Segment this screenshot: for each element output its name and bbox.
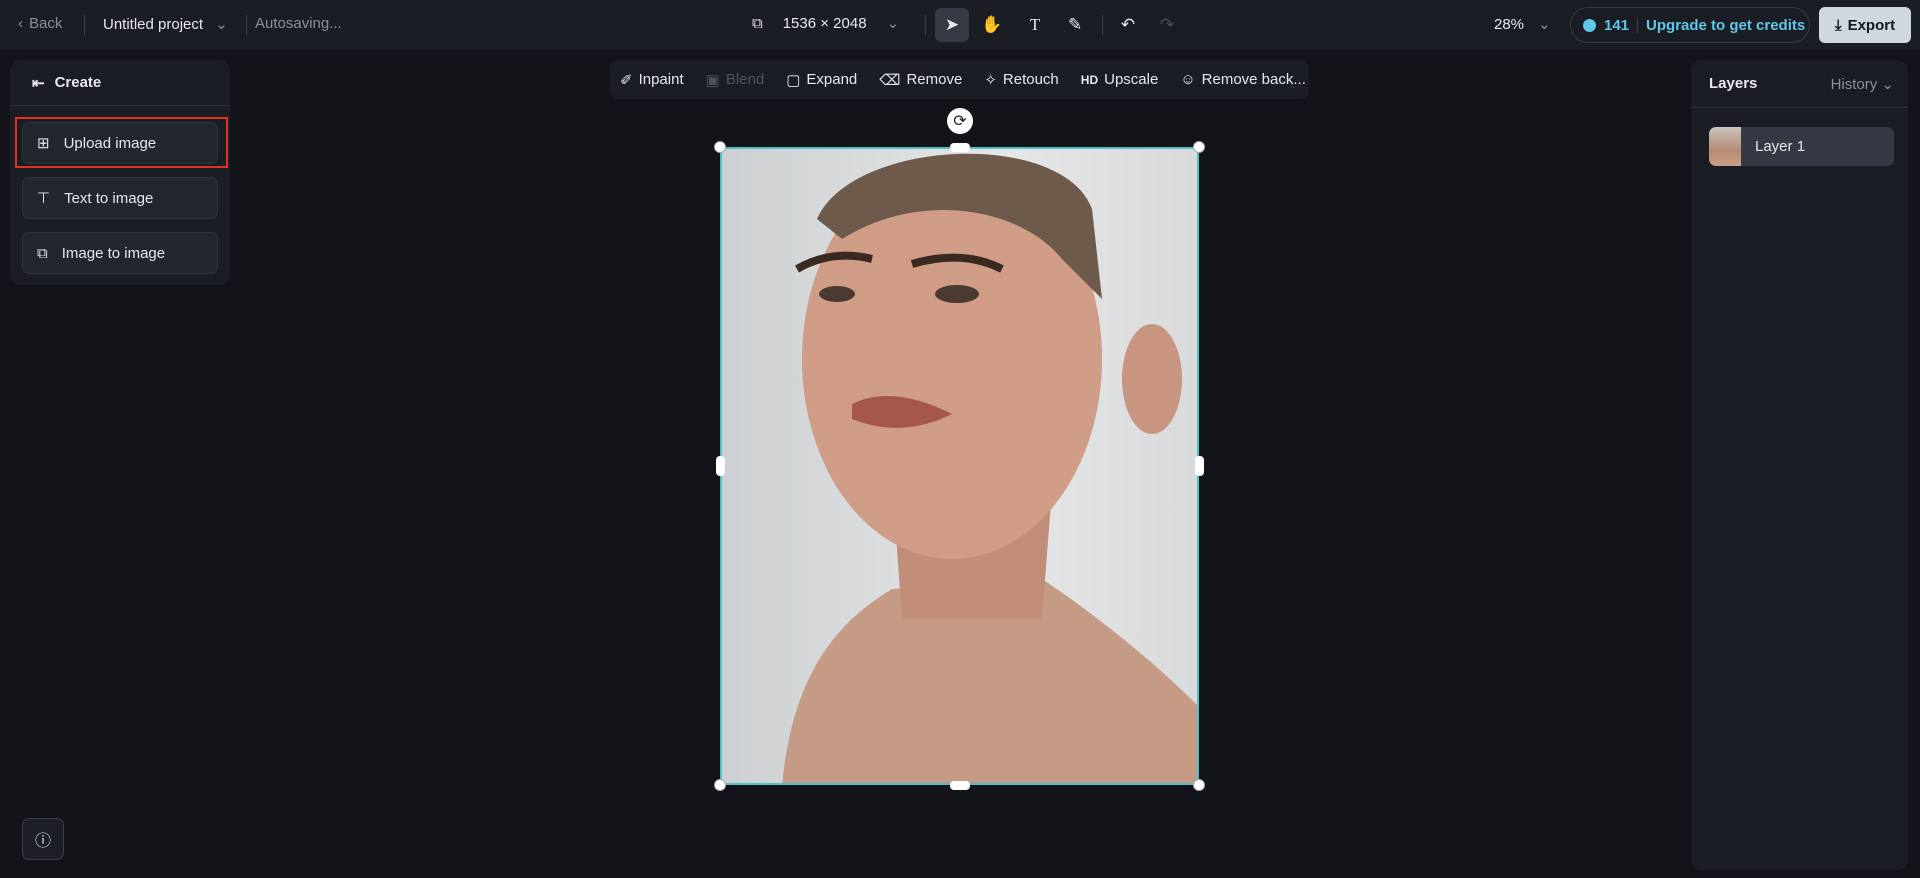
layer-item[interactable]: Layer 1 — [1709, 127, 1894, 166]
brush-icon: ✎ — [1067, 15, 1083, 34]
portrait-photo — [782, 153, 1197, 783]
rotate-icon: ⟳ — [953, 113, 967, 130]
inpaint-button[interactable]: ✐ Inpaint — [620, 71, 684, 89]
chevron-left-icon: ‹ — [18, 15, 23, 32]
undo-button[interactable]: ↶ — [1111, 8, 1145, 42]
resize-handle-left[interactable] — [716, 456, 725, 476]
chevron-down-icon: ⌄ — [886, 15, 900, 32]
image-to-image-button[interactable]: ⧉ Image to image — [22, 232, 218, 274]
canvas-size-dropdown[interactable]: ⧉ 1536 × 2048 ⌄ — [752, 14, 900, 33]
resize-handle-bottom-left[interactable] — [714, 779, 726, 791]
export-button[interactable]: ⤓ Export — [1819, 7, 1911, 43]
create-panel: ⇤ Create ⊞ Upload image ⊤ Text to image ⧉ Im… — [10, 60, 230, 285]
expand-icon: ▢ — [786, 71, 801, 89]
back-button[interactable]: ‹ Back — [18, 15, 62, 32]
autosave-status: Autosaving... — [255, 15, 342, 32]
download-icon: ⤓ — [1834, 16, 1842, 34]
resize-handle-bottom[interactable] — [950, 781, 970, 790]
remove-button[interactable]: ⌫ Remove — [879, 71, 962, 89]
layer-thumbnail — [1709, 127, 1741, 166]
history-dropdown[interactable]: History ⌄ — [1831, 75, 1894, 93]
person-icon: ☺ — [1180, 71, 1196, 88]
zoom-dropdown[interactable]: 28% ⌄ — [1494, 15, 1551, 34]
expand-button[interactable]: ▢ Expand — [786, 71, 857, 89]
resize-handle-top-right[interactable] — [1193, 141, 1205, 153]
resize-icon: ⧉ — [752, 14, 763, 32]
text-to-image-icon: ⊤ — [37, 190, 51, 207]
undo-icon: ↶ — [1120, 15, 1136, 34]
text-icon: T — [1029, 15, 1041, 34]
redo-button[interactable]: ↷ — [1150, 8, 1184, 42]
help-button[interactable]: ⓘ — [22, 818, 64, 860]
hd-icon: HD — [1080, 72, 1099, 87]
project-name-dropdown[interactable]: Untitled project ⌄ — [103, 15, 228, 34]
resize-handle-top[interactable] — [950, 143, 970, 152]
retouch-icon: ✧ — [984, 71, 997, 89]
text-to-image-button[interactable]: ⊤ Text to image — [22, 177, 218, 219]
edit-toolbar: ✐ Inpaint ▣ Blend ▢ Expand ⌫ Remove ✧ Retouch… — [610, 60, 1309, 99]
credits-icon — [1583, 18, 1596, 32]
help-icon: ⓘ — [34, 833, 51, 850]
resize-handle-bottom-right[interactable] — [1193, 779, 1205, 791]
divider — [925, 15, 926, 35]
layers-title: Layers — [1709, 75, 1758, 92]
create-header[interactable]: ⇤ Create — [10, 60, 230, 106]
rotate-handle[interactable]: ⟳ — [947, 108, 973, 134]
credits-pill[interactable]: 141 Upgrade to get credits — [1570, 7, 1810, 43]
remove-background-button[interactable]: ☺ Remove back... — [1180, 71, 1306, 88]
divider — [1102, 15, 1103, 35]
inpaint-icon: ✐ — [620, 71, 633, 89]
image-to-image-icon: ⧉ — [37, 244, 48, 262]
resize-handle-top-left[interactable] — [714, 141, 726, 153]
divider — [1637, 17, 1639, 33]
text-tool-button[interactable]: T — [1018, 8, 1052, 42]
collapse-left-icon: ⇤ — [32, 74, 45, 92]
blend-button[interactable]: ▣ Blend — [706, 71, 765, 89]
resize-handle-right[interactable] — [1195, 456, 1204, 476]
hand-tool-button[interactable]: ✋ — [975, 8, 1009, 42]
select-tool-button[interactable]: ➤ — [935, 8, 969, 42]
upscale-button[interactable]: HD Upscale — [1081, 71, 1159, 88]
divider — [246, 15, 247, 35]
retouch-button[interactable]: ✧ Retouch — [984, 71, 1058, 89]
top-bar: ‹ Back Untitled project ⌄ Autosaving... ⧉ 1… — [0, 0, 1920, 50]
redo-icon: ↷ — [1159, 15, 1175, 34]
chevron-down-icon: ⌄ — [1538, 16, 1551, 33]
canvas-image[interactable] — [720, 147, 1199, 785]
divider — [84, 15, 85, 35]
chevron-down-icon: ⌄ — [215, 16, 228, 33]
blend-icon: ▣ — [705, 71, 720, 89]
upgrade-link[interactable]: Upgrade to get credits — [1646, 17, 1805, 34]
cursor-icon: ➤ — [944, 15, 960, 34]
brush-tool-button[interactable]: ✎ — [1058, 8, 1092, 42]
highlight-box — [15, 117, 228, 168]
layers-panel: Layers History ⌄ Layer 1 — [1691, 60, 1908, 870]
eraser-icon: ⌫ — [879, 71, 901, 89]
hand-icon: ✋ — [981, 15, 1003, 34]
